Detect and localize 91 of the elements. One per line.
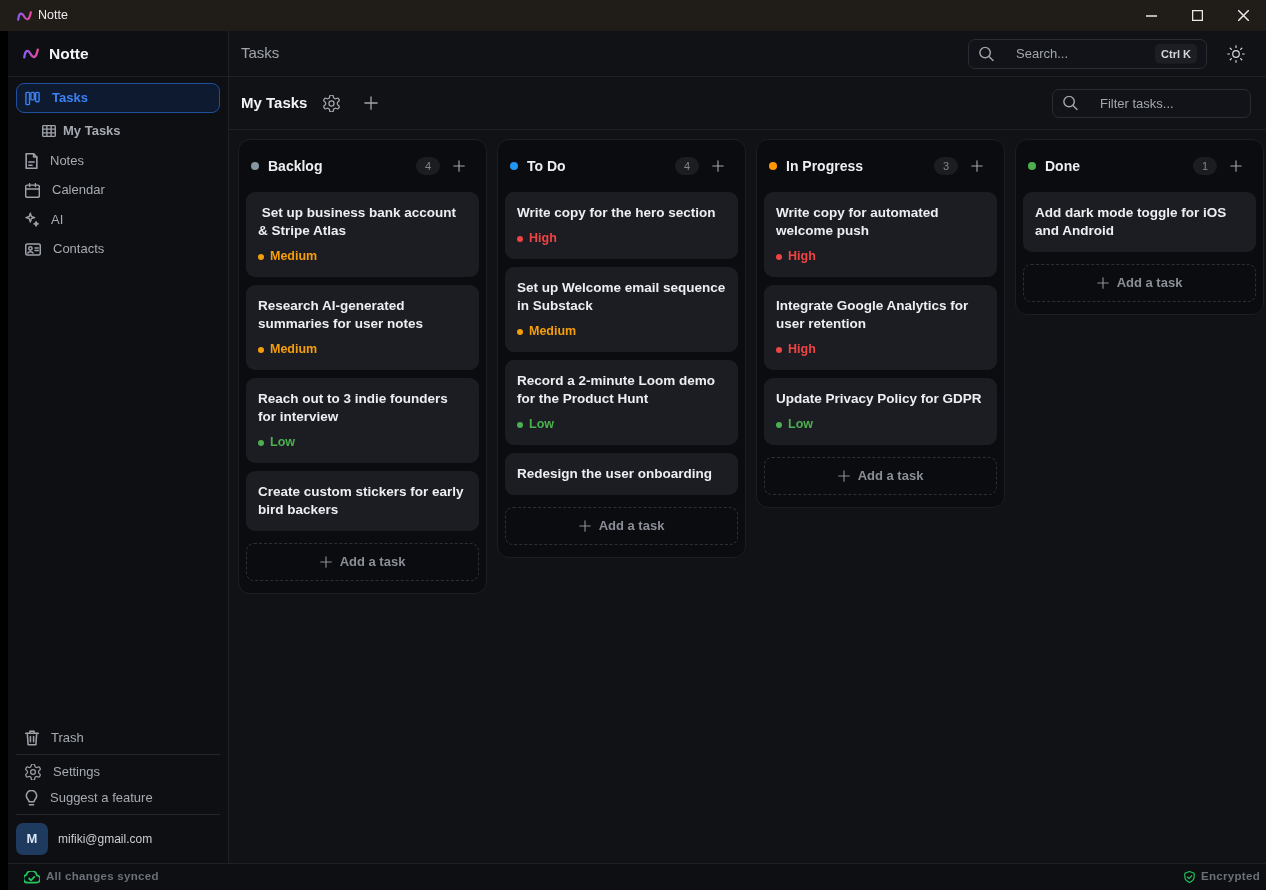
- task-card[interactable]: Set up business bank account & Stripe Atlas Medium: [246, 192, 479, 277]
- cloud-check-icon: [24, 870, 40, 884]
- sidebar-item[interactable]: Calendar: [16, 176, 220, 204]
- priority-label: Medium: [270, 248, 318, 265]
- close-icon: [1237, 10, 1249, 21]
- plus-icon: [971, 160, 983, 172]
- priority-label: Low: [270, 434, 295, 451]
- shortcut-hint: Ctrl K: [1155, 43, 1197, 64]
- add-task-button[interactable]: Add a task: [1023, 264, 1256, 302]
- kanban-icon: [25, 90, 40, 106]
- task-card[interactable]: Record a 2-minute Loom demo for the Product Hunt Low: [505, 360, 738, 445]
- task-card[interactable]: Add dark mode toggle for iOS and Android: [1023, 192, 1256, 252]
- task-count: 4: [675, 157, 699, 175]
- plus-icon: [364, 96, 379, 110]
- shield-check-icon: [1184, 871, 1196, 883]
- plus-icon: [837, 470, 850, 482]
- task-title: Redesign the user onboarding: [517, 465, 714, 483]
- task-count: 4: [416, 157, 440, 175]
- sidebar-item[interactable]: AI: [16, 205, 220, 234]
- settings-icon: [322, 94, 340, 112]
- task-title: Record a 2-minute Loom demo for the Product Hunt: [517, 372, 717, 408]
- settings-icon: [25, 764, 41, 780]
- task-title: Set up business bank account & Stripe Atlas: [258, 204, 458, 240]
- sidebar-item[interactable]: Notes: [16, 146, 220, 175]
- page-title: Tasks: [241, 43, 280, 64]
- sidebar-subitem[interactable]: My Tasks: [16, 117, 220, 145]
- task-card[interactable]: Set up Welcome email sequence in Substack Medium: [505, 267, 738, 352]
- user-avatar[interactable]: M: [16, 823, 48, 855]
- plus-icon: [1096, 277, 1109, 289]
- sidebar-item[interactable]: Trash: [16, 725, 220, 751]
- task-title: Write copy for the hero section: [517, 204, 717, 222]
- task-count: 1: [1193, 157, 1217, 175]
- sparkles-icon: [25, 212, 39, 227]
- lightbulb-icon: [25, 790, 38, 806]
- priority-label: Low: [529, 416, 554, 433]
- plus-icon: [319, 556, 332, 568]
- calendar-icon: [25, 182, 40, 198]
- task-card[interactable]: Write copy for automated welcome push High: [764, 192, 997, 277]
- document-icon: [25, 152, 38, 169]
- task-count: 3: [934, 157, 958, 175]
- user-email: mifiki@gmail.com: [58, 831, 153, 848]
- task-title: Add dark mode toggle for iOS and Android: [1035, 204, 1228, 240]
- task-card[interactable]: Redesign the user onboarding: [505, 453, 738, 495]
- plus-icon: [712, 160, 724, 172]
- window-title: Notte: [38, 7, 68, 25]
- task-title: Reach out to 3 indie founders for interview: [258, 390, 449, 426]
- task-title: Update Privacy Policy for GDPR: [776, 390, 983, 408]
- task-title: Create custom stickers for early bird backers: [258, 483, 465, 519]
- task-card[interactable]: Reach out to 3 indie founders for interview Low: [246, 378, 479, 463]
- plus-icon: [453, 160, 465, 172]
- app-name: Notte: [49, 43, 89, 64]
- task-title: Research AI-generated summaries for user notes: [258, 297, 425, 333]
- app-logo-icon: [23, 48, 39, 59]
- priority-label: Medium: [529, 323, 577, 340]
- minimize-icon: [1145, 14, 1157, 17]
- add-task-button[interactable]: Add a task: [246, 543, 479, 581]
- add-task-button[interactable]: Add a task: [505, 507, 738, 545]
- plus-icon: [1230, 160, 1242, 172]
- sun-icon: [1227, 44, 1245, 63]
- trash-icon: [25, 730, 39, 746]
- task-card[interactable]: Research AI-generated summaries for user notes Medium: [246, 285, 479, 370]
- board-title: My Tasks: [241, 92, 308, 113]
- column-title: Backlog: [268, 156, 323, 176]
- task-title: Integrate Google Analytics for user retention: [776, 297, 970, 333]
- task-card[interactable]: Update Privacy Policy for GDPR Low: [764, 378, 997, 445]
- column-title: Done: [1045, 156, 1080, 176]
- priority-label: Low: [788, 416, 813, 433]
- task-card[interactable]: Integrate Google Analytics for user retention High: [764, 285, 997, 370]
- contact-card-icon: [25, 242, 41, 256]
- task-card[interactable]: Write copy for the hero section High: [505, 192, 738, 259]
- sidebar-item[interactable]: Contacts: [16, 235, 220, 263]
- sidebar-item[interactable]: Suggest a feature: [16, 785, 220, 811]
- priority-label: High: [788, 341, 816, 358]
- grid-icon: [42, 125, 56, 137]
- sidebar-item[interactable]: Settings: [16, 759, 220, 785]
- task-card[interactable]: Create custom stickers for early bird backers: [246, 471, 479, 531]
- priority-label: High: [788, 248, 816, 265]
- column-title: To Do: [527, 156, 566, 176]
- encryption-status: Encrypted: [1201, 869, 1260, 885]
- app-logo-icon: [17, 10, 32, 21]
- task-title: Write copy for automated welcome push: [776, 204, 940, 240]
- maximize-icon: [1191, 10, 1203, 21]
- priority-label: High: [529, 230, 557, 247]
- plus-icon: [578, 520, 591, 532]
- sidebar-item[interactable]: Tasks: [16, 83, 220, 113]
- priority-label: Medium: [270, 341, 318, 358]
- column-title: In Progress: [786, 156, 864, 176]
- add-task-button[interactable]: Add a task: [764, 457, 997, 495]
- filter-field[interactable]: Filter tasks...: [1052, 88, 1251, 118]
- task-title: Set up Welcome email sequence in Substack: [517, 279, 726, 315]
- sync-status: All changes synced: [46, 869, 159, 885]
